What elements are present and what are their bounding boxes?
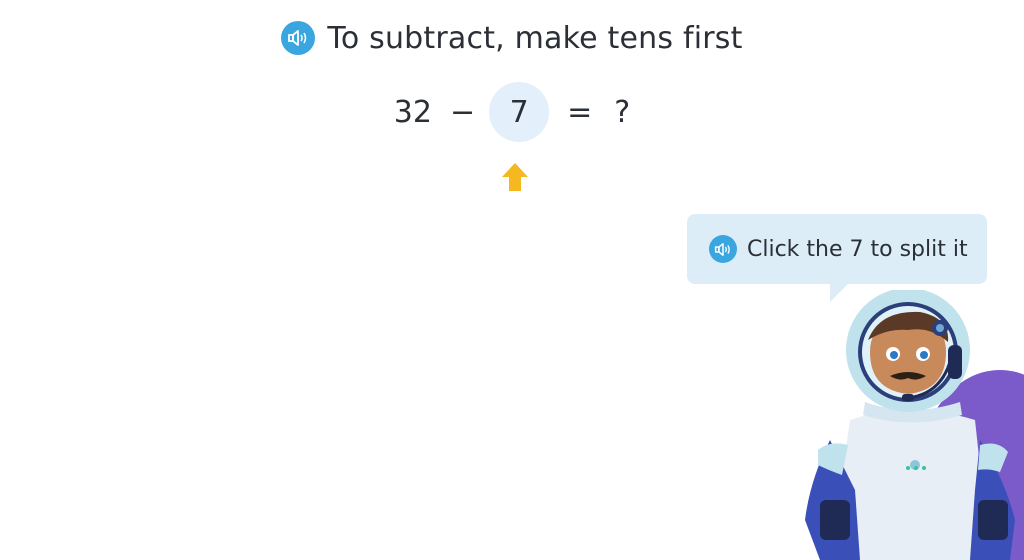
camera-lens: [936, 324, 944, 332]
bubble-audio-button[interactable]: [709, 235, 737, 263]
prompt-header: To subtract, make tens first: [0, 18, 1024, 58]
equals-sign: =: [567, 94, 593, 130]
left-pupil: [890, 351, 898, 359]
right-glove: [978, 500, 1008, 540]
bubble-text: Click the 7 to split it: [747, 236, 968, 262]
chest-dot: [914, 466, 918, 470]
prompt-title: To subtract, make tens first: [327, 20, 743, 56]
right-pupil: [920, 351, 928, 359]
subtrahend-button[interactable]: 7: [489, 82, 550, 142]
chest-dot: [906, 466, 910, 470]
minus-sign: −: [449, 94, 476, 130]
speaker-icon: [288, 30, 307, 46]
astronaut-character: [805, 290, 1024, 560]
speech-bubble: Click the 7 to split it: [687, 214, 987, 284]
headset-ear: [948, 345, 962, 379]
left-glove: [820, 500, 850, 540]
mic-tip: [902, 394, 914, 401]
subtrahend-value: 7: [509, 94, 529, 130]
equation: 32 − 7 = ?: [0, 82, 1024, 142]
chest-dot: [922, 466, 926, 470]
audio-button[interactable]: [281, 21, 316, 55]
result-placeholder: ?: [614, 94, 631, 130]
minuend: 32: [393, 94, 432, 130]
arrow-up-icon: [502, 163, 528, 191]
speaker-icon: [714, 242, 730, 256]
